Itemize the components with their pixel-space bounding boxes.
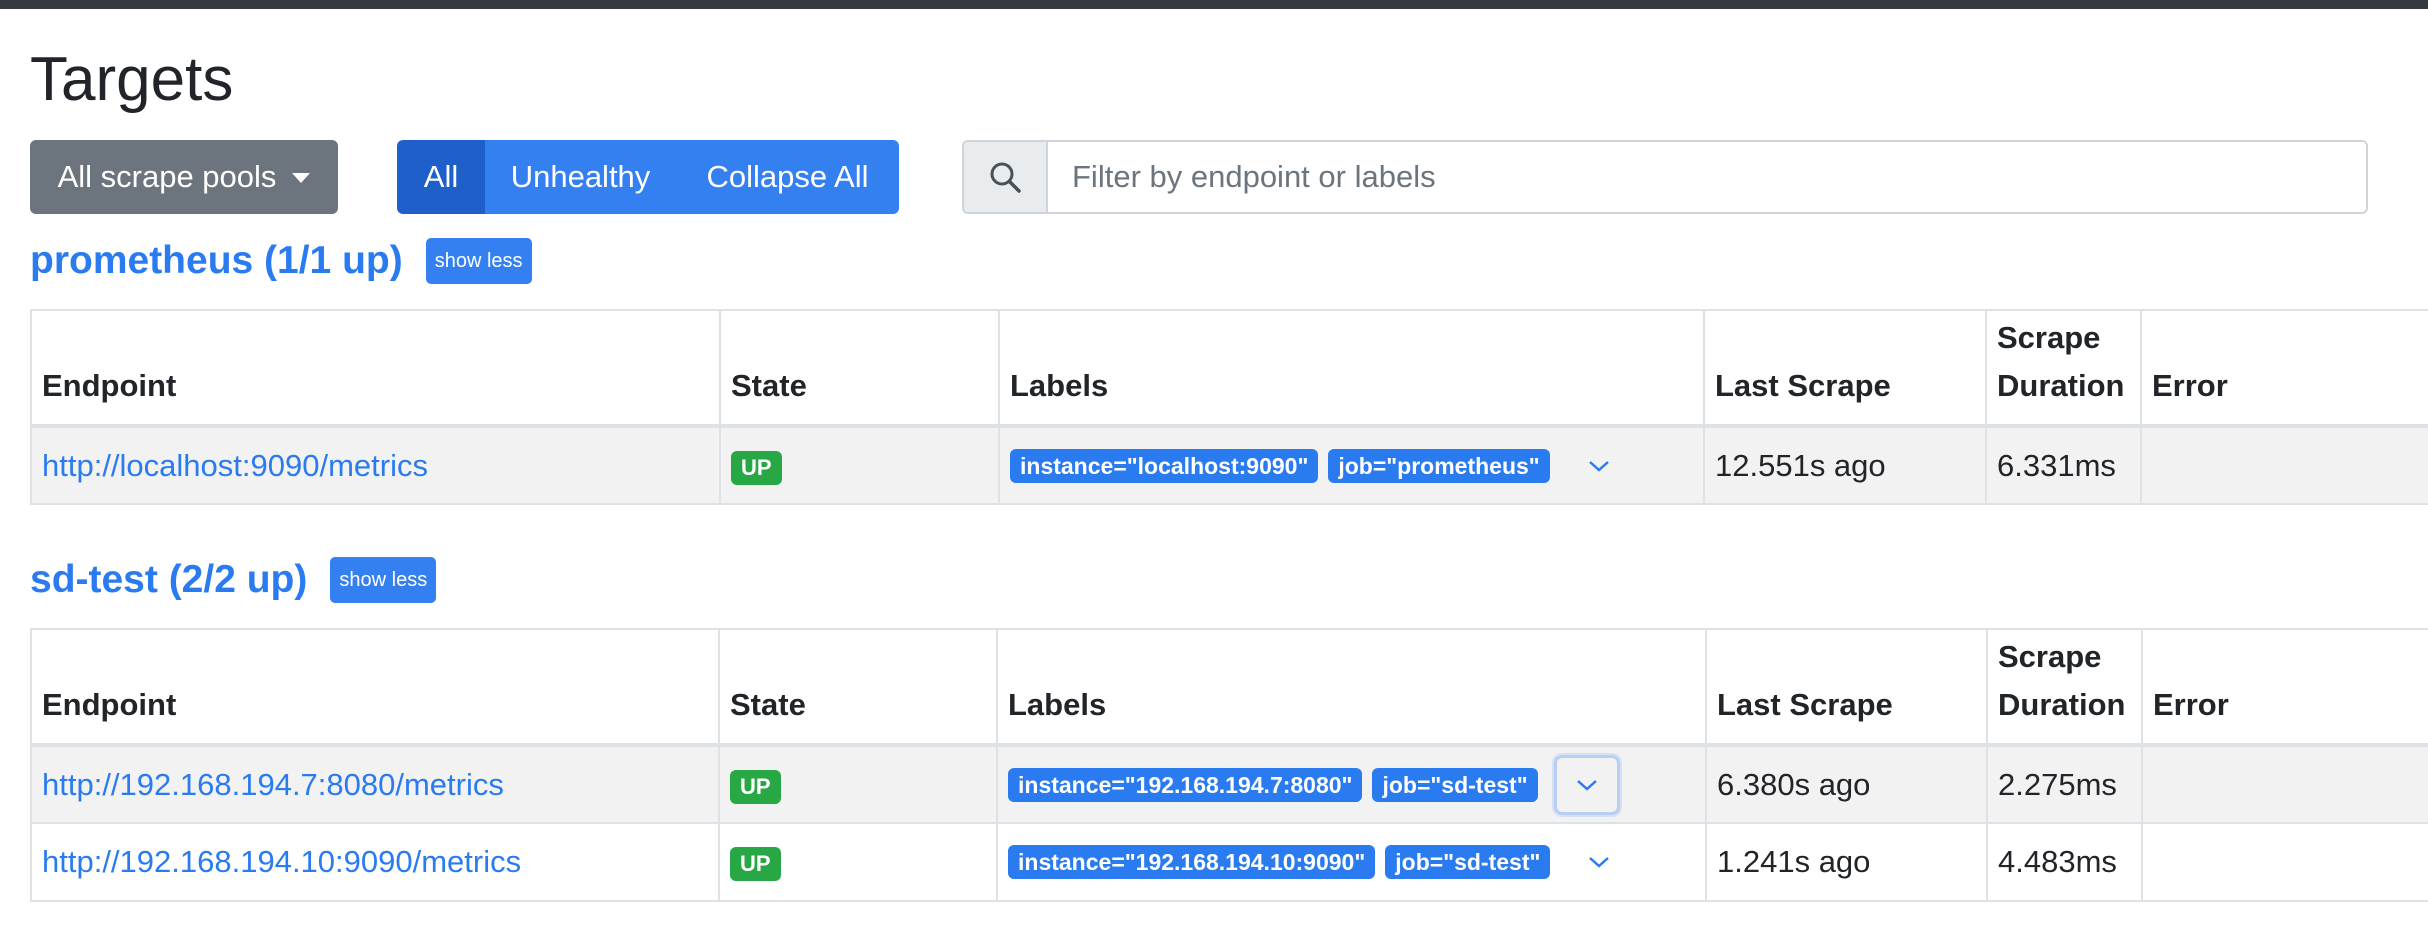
targets-table-sd-test: Endpoint State Labels Last Scrape Scrape… [30, 628, 2428, 902]
col-header-error: Error [2141, 628, 2428, 747]
endpoint-link[interactable]: http://192.168.194.7:8080/metrics [42, 767, 504, 802]
label-badge-job: job="sd-test" [1385, 845, 1551, 879]
expand-labels-button[interactable] [1566, 436, 1632, 496]
search-icon [964, 142, 1048, 212]
col-header-last-scrape: Last Scrape [1703, 309, 1987, 428]
filter-unhealthy-button[interactable]: Unhealthy [485, 140, 676, 214]
filter-all-button[interactable]: All [397, 140, 485, 214]
targets-table-prometheus: Endpoint State Labels Last Scrape Scrape… [30, 309, 2428, 505]
table-row: http://localhost:9090/metrics UP instanc… [30, 425, 2428, 505]
page-title: Targets [30, 45, 234, 114]
last-scrape-cell: 12.551s ago [1703, 425, 1987, 505]
col-header-endpoint: Endpoint [30, 628, 720, 747]
col-header-state: State [719, 309, 1000, 428]
label-badge-instance: instance="localhost:9090" [1010, 448, 1319, 483]
collapse-all-button[interactable]: Collapse All [676, 140, 899, 214]
scrape-pools-dropdown[interactable]: All scrape pools [30, 140, 338, 214]
endpoint-link[interactable]: http://192.168.194.10:9090/metrics [42, 844, 521, 879]
show-less-button[interactable]: show less [330, 557, 437, 603]
col-header-state: State [718, 628, 998, 747]
scrape-duration-cell: 2.275ms [1986, 744, 2143, 824]
scrape-pools-label: All scrape pools [57, 159, 277, 194]
pool-title[interactable]: prometheus (1/1 up) [30, 239, 403, 283]
expand-labels-button[interactable] [1566, 832, 1632, 892]
labels-cell: instance="192.168.194.10:9090" job="sd-t… [996, 822, 1707, 902]
error-cell [2141, 822, 2428, 902]
scrape-word: Scrape [1998, 639, 2102, 674]
label-badge-job: job="sd-test" [1372, 767, 1538, 802]
state-cell: UP [719, 425, 1000, 505]
labels-cell: instance="192.168.194.7:8080" job="sd-te… [996, 744, 1707, 824]
state-cell: UP [718, 822, 998, 902]
duration-word: Duration [1998, 687, 2126, 722]
col-header-scrape-duration: Scrape Duration [1986, 628, 2143, 747]
pool-title[interactable]: sd-test (2/2 up) [30, 558, 307, 602]
scrape-duration-cell: 4.483ms [1986, 822, 2143, 902]
scrape-duration-cell: 6.331ms [1985, 425, 2142, 505]
pool-header-sd-test: sd-test (2/2 up) show less [30, 557, 437, 603]
state-badge: UP [731, 450, 782, 485]
label-badge-instance: instance="192.168.194.7:8080" [1008, 767, 1363, 802]
last-scrape-cell: 6.380s ago [1705, 744, 1988, 824]
search-box [962, 140, 2368, 214]
col-header-labels: Labels [996, 628, 1707, 747]
state-badge: UP [730, 769, 781, 804]
col-header-endpoint: Endpoint [30, 309, 721, 428]
table-row: http://192.168.194.7:8080/metrics UP ins… [30, 744, 2428, 824]
label-badge-instance: instance="192.168.194.10:9090" [1008, 845, 1376, 879]
caret-down-icon [292, 173, 311, 183]
endpoint-cell: http://localhost:9090/metrics [30, 425, 721, 505]
error-cell [2140, 425, 2428, 505]
show-less-button[interactable]: show less [425, 238, 532, 284]
endpoint-cell: http://192.168.194.10:9090/metrics [30, 822, 720, 902]
table-row: http://192.168.194.10:9090/metrics UP in… [30, 822, 2428, 902]
col-header-last-scrape: Last Scrape [1705, 628, 1988, 747]
last-scrape-cell: 1.241s ago [1705, 822, 1988, 902]
state-cell: UP [718, 744, 998, 824]
col-header-labels: Labels [998, 309, 1705, 428]
duration-word: Duration [1997, 368, 2125, 403]
chevron-down-icon [1588, 460, 1609, 472]
expand-labels-button[interactable] [1553, 754, 1620, 815]
col-header-error: Error [2140, 309, 2428, 428]
col-header-scrape-duration: Scrape Duration [1985, 309, 2142, 428]
error-cell [2141, 744, 2428, 824]
label-badge-job: job="prometheus" [1328, 448, 1550, 483]
state-badge: UP [730, 847, 781, 881]
endpoint-cell: http://192.168.194.7:8080/metrics [30, 744, 720, 824]
chevron-down-icon [1576, 779, 1597, 791]
pool-header-prometheus: prometheus (1/1 up) show less [30, 238, 532, 284]
scrape-word: Scrape [1997, 320, 2101, 355]
search-input[interactable] [1048, 142, 2366, 212]
filter-button-group: All Unhealthy Collapse All [397, 140, 899, 214]
labels-cell: instance="localhost:9090" job="prometheu… [998, 425, 1705, 505]
top-navbar [0, 0, 2428, 9]
endpoint-link[interactable]: http://localhost:9090/metrics [42, 448, 428, 483]
chevron-down-icon [1589, 857, 1610, 868]
